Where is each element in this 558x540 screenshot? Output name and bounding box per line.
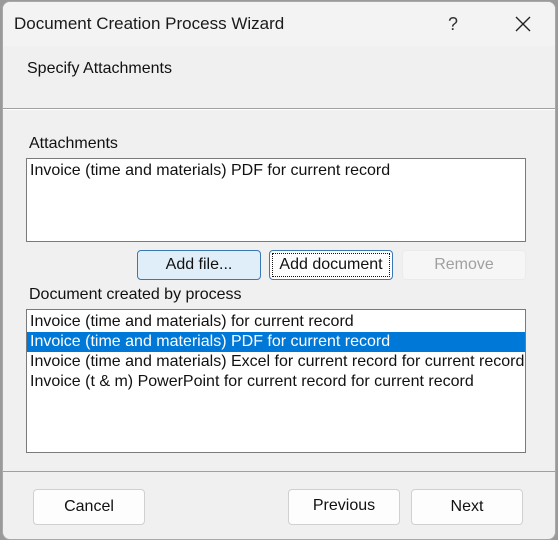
- wizard-header: Specify Attachments: [3, 46, 555, 110]
- close-icon: [515, 16, 531, 32]
- previous-button[interactable]: Previous: [288, 489, 400, 525]
- previous-label: Previous: [312, 497, 376, 514]
- help-button[interactable]: ?: [439, 10, 467, 38]
- help-icon: ?: [447, 14, 458, 34]
- add-document-button[interactable]: Add document: [269, 250, 393, 280]
- document-item[interactable]: Invoice (time and materials) for current…: [27, 312, 525, 332]
- add-file-button[interactable]: Add file...: [137, 250, 261, 280]
- attachments-label: Attachments: [29, 135, 118, 152]
- cancel-button[interactable]: Cancel: [33, 489, 145, 525]
- document-item-selected[interactable]: Invoice (time and materials) PDF for cur…: [27, 332, 525, 352]
- wizard-dialog: Document Creation Process Wizard ? Speci…: [2, 1, 556, 540]
- step-title: Specify Attachments: [27, 60, 172, 77]
- document-item[interactable]: Invoice (time and materials) Excel for c…: [27, 352, 525, 372]
- add-file-label: Add file...: [165, 256, 233, 273]
- remove-label: Remove: [434, 256, 494, 273]
- remove-button[interactable]: Remove: [402, 250, 526, 280]
- cancel-label: Cancel: [64, 498, 114, 515]
- title-bar: Document Creation Process Wizard ?: [3, 2, 555, 46]
- close-button[interactable]: [503, 8, 543, 40]
- next-label: Next: [450, 498, 484, 515]
- next-button[interactable]: Next: [411, 489, 523, 525]
- add-document-label: Add document: [279, 256, 383, 273]
- footer-divider: [3, 471, 555, 472]
- document-item[interactable]: Invoice (t & m) PowerPoint for current r…: [27, 372, 525, 392]
- attachment-item[interactable]: Invoice (time and materials) PDF for cur…: [27, 161, 525, 181]
- window-title: Document Creation Process Wizard: [14, 14, 285, 33]
- documents-label: Document created by process: [29, 286, 242, 303]
- documents-listbox[interactable]: Invoice (time and materials) for current…: [26, 309, 526, 453]
- attachments-listbox[interactable]: Invoice (time and materials) PDF for cur…: [26, 158, 526, 242]
